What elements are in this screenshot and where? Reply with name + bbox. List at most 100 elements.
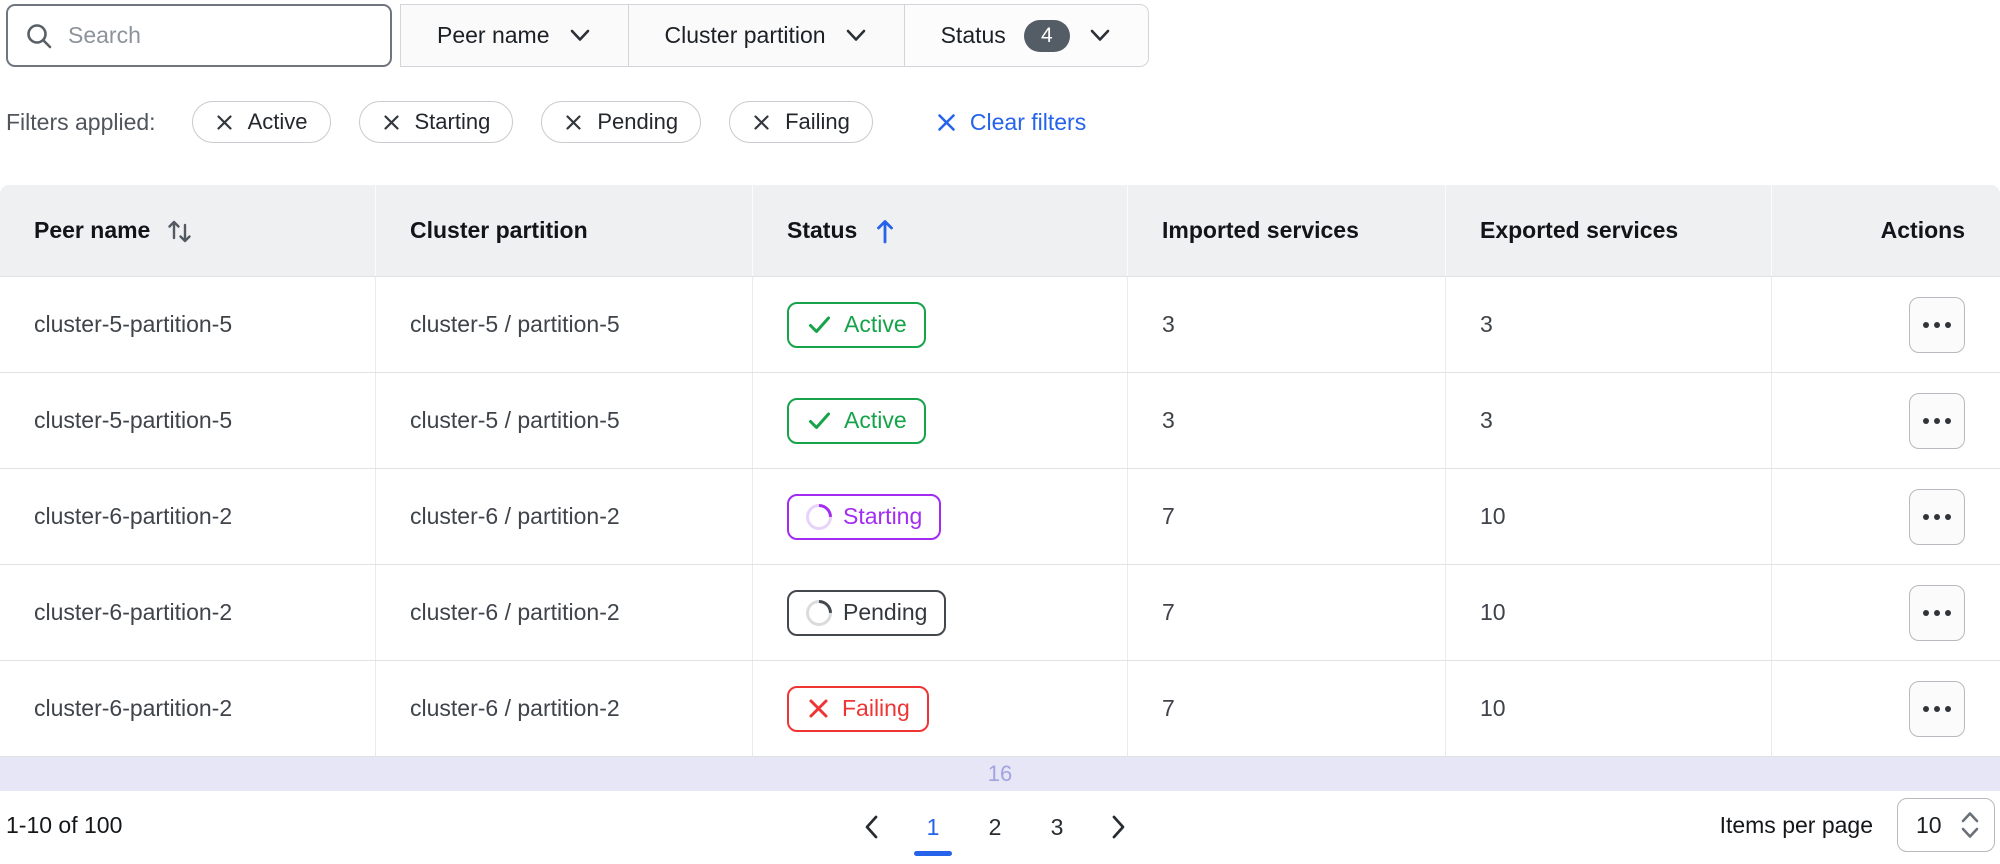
row-actions-menu-button[interactable]	[1909, 392, 1965, 449]
x-icon	[806, 696, 831, 721]
status-label: Starting	[843, 503, 923, 529]
peers-table: Peer name Cluster partition Status Impor…	[0, 185, 2000, 757]
status-cell: Active	[753, 373, 1128, 468]
filter-chip-failing[interactable]: Failing	[729, 101, 873, 143]
cluster-partition-cell: cluster-5 / partition-5	[376, 277, 753, 372]
search-box[interactable]	[6, 4, 392, 67]
status-badge-active: Active	[787, 301, 926, 348]
search-input[interactable]	[68, 22, 374, 49]
cluster-partition-cell: cluster-6 / partition-2	[376, 469, 753, 564]
status-badge-pending: Pending	[787, 589, 947, 636]
page-button-3[interactable]: 3	[1035, 796, 1079, 858]
exported-services-cell: 10	[1446, 661, 1772, 756]
peer-name-cell: cluster-6-partition-2	[0, 661, 376, 756]
exported-services-cell: 10	[1446, 565, 1772, 660]
cluster-partition-cell: cluster-6 / partition-2	[376, 565, 753, 660]
pagination-range-label: 1-10 of 100	[6, 812, 123, 838]
check-icon	[806, 407, 833, 434]
clear-filters-button[interactable]: Clear filters	[935, 109, 1086, 136]
filters-applied-row: Filters applied: Active Starting Pending…	[6, 100, 1994, 144]
ellipsis-icon	[1923, 321, 1929, 328]
table-row: cluster-5-partition-5 cluster-5 / partit…	[0, 373, 2000, 469]
ellipsis-icon	[1923, 705, 1929, 712]
filter-chip-label: Active	[247, 109, 308, 134]
next-page-button[interactable]	[1097, 796, 1141, 858]
column-header-cluster-partition[interactable]: Cluster partition	[376, 185, 753, 276]
table-row: cluster-5-partition-5 cluster-5 / partit…	[0, 277, 2000, 373]
column-header-label: Peer name	[34, 217, 151, 243]
status-cell: Active	[753, 277, 1128, 372]
table-header-row: Peer name Cluster partition Status Impor…	[0, 185, 2000, 277]
column-header-imported-services: Imported services	[1128, 185, 1446, 276]
filter-chip-label: Starting	[414, 109, 491, 134]
status-filter-dropdown[interactable]: Status 4	[903, 4, 1149, 67]
peer-name-filter-dropdown[interactable]: Peer name	[400, 4, 628, 67]
page-button-2[interactable]: 2	[973, 796, 1017, 858]
filter-chip-starting[interactable]: Starting	[358, 101, 514, 143]
sort-ascending-icon[interactable]	[873, 217, 897, 245]
status-cell: Failing	[753, 661, 1128, 756]
status-badge-active: Active	[787, 397, 926, 444]
exported-services-cell: 3	[1446, 373, 1772, 468]
status-label: Active	[844, 407, 907, 433]
actions-cell	[1772, 661, 2000, 756]
peer-name-cell: cluster-6-partition-2	[0, 469, 376, 564]
imported-services-cell: 3	[1128, 277, 1446, 372]
remove-filter-icon[interactable]	[752, 113, 771, 132]
column-header-peer-name[interactable]: Peer name	[0, 185, 376, 276]
spinner-icon	[800, 594, 838, 631]
cluster-partition-filter-dropdown[interactable]: Cluster partition	[627, 4, 904, 67]
remove-filter-icon[interactable]	[215, 113, 234, 132]
pagination-controls: 1 2 3	[840, 796, 1150, 858]
filter-chip-active[interactable]: Active	[191, 101, 331, 143]
table-row: cluster-6-partition-2 cluster-6 / partit…	[0, 469, 2000, 565]
imported-services-cell: 3	[1128, 373, 1446, 468]
filter-dropdown-group: Peer name Cluster partition Status 4	[400, 4, 1149, 67]
status-cell: Starting	[753, 469, 1128, 564]
filter-chip-label: Failing	[785, 109, 850, 134]
cluster-partition-filter-label: Cluster partition	[664, 22, 826, 48]
ellipsis-icon	[1923, 513, 1929, 520]
row-actions-menu-button[interactable]	[1909, 680, 1965, 737]
clear-filters-icon	[935, 111, 958, 134]
column-header-label: Exported services	[1480, 217, 1679, 243]
row-actions-menu-button[interactable]	[1909, 296, 1965, 353]
status-label: Failing	[842, 695, 910, 721]
column-header-actions: Actions	[1772, 185, 2000, 276]
sort-both-icon[interactable]	[166, 216, 193, 245]
exported-services-cell: 3	[1446, 277, 1772, 372]
peer-name-cell: cluster-5-partition-5	[0, 373, 376, 468]
column-header-label: Imported services	[1162, 217, 1359, 243]
ellipsis-icon	[1923, 609, 1929, 616]
row-actions-menu-button[interactable]	[1909, 488, 1965, 545]
status-cell: Pending	[753, 565, 1128, 660]
column-header-status[interactable]: Status	[753, 185, 1128, 276]
imported-services-cell: 7	[1128, 661, 1446, 756]
row-actions-menu-button[interactable]	[1909, 584, 1965, 641]
column-header-exported-services: Exported services	[1446, 185, 1772, 276]
chevron-down-icon	[844, 28, 868, 43]
filter-chip-pending[interactable]: Pending	[541, 101, 702, 143]
scroll-indicator-label: 16	[987, 761, 1013, 786]
status-badge-failing: Failing	[787, 685, 929, 732]
exported-services-cell: 10	[1446, 469, 1772, 564]
chevron-down-icon	[1088, 28, 1112, 43]
status-filter-count-badge: 4	[1023, 19, 1070, 52]
peer-name-cell: cluster-6-partition-2	[0, 565, 376, 660]
spinner-icon	[800, 498, 838, 535]
filters-applied-label: Filters applied:	[6, 108, 156, 135]
remove-filter-icon[interactable]	[564, 113, 583, 132]
items-per-page-select[interactable]: 10	[1897, 798, 1995, 852]
chevron-down-icon	[568, 28, 592, 43]
remove-filter-icon[interactable]	[382, 113, 401, 132]
items-per-page-value: 10	[1916, 811, 1942, 838]
table-scroll-indicator: 16	[0, 757, 2000, 791]
check-icon	[806, 311, 833, 338]
column-header-label: Cluster partition	[410, 217, 588, 243]
stepper-icon	[1958, 808, 1982, 842]
column-header-label: Status	[787, 217, 858, 243]
page-button-1[interactable]: 1	[911, 796, 955, 858]
status-filter-label: Status	[940, 22, 1006, 48]
peer-name-filter-label: Peer name	[437, 22, 550, 48]
previous-page-button[interactable]	[849, 796, 893, 858]
